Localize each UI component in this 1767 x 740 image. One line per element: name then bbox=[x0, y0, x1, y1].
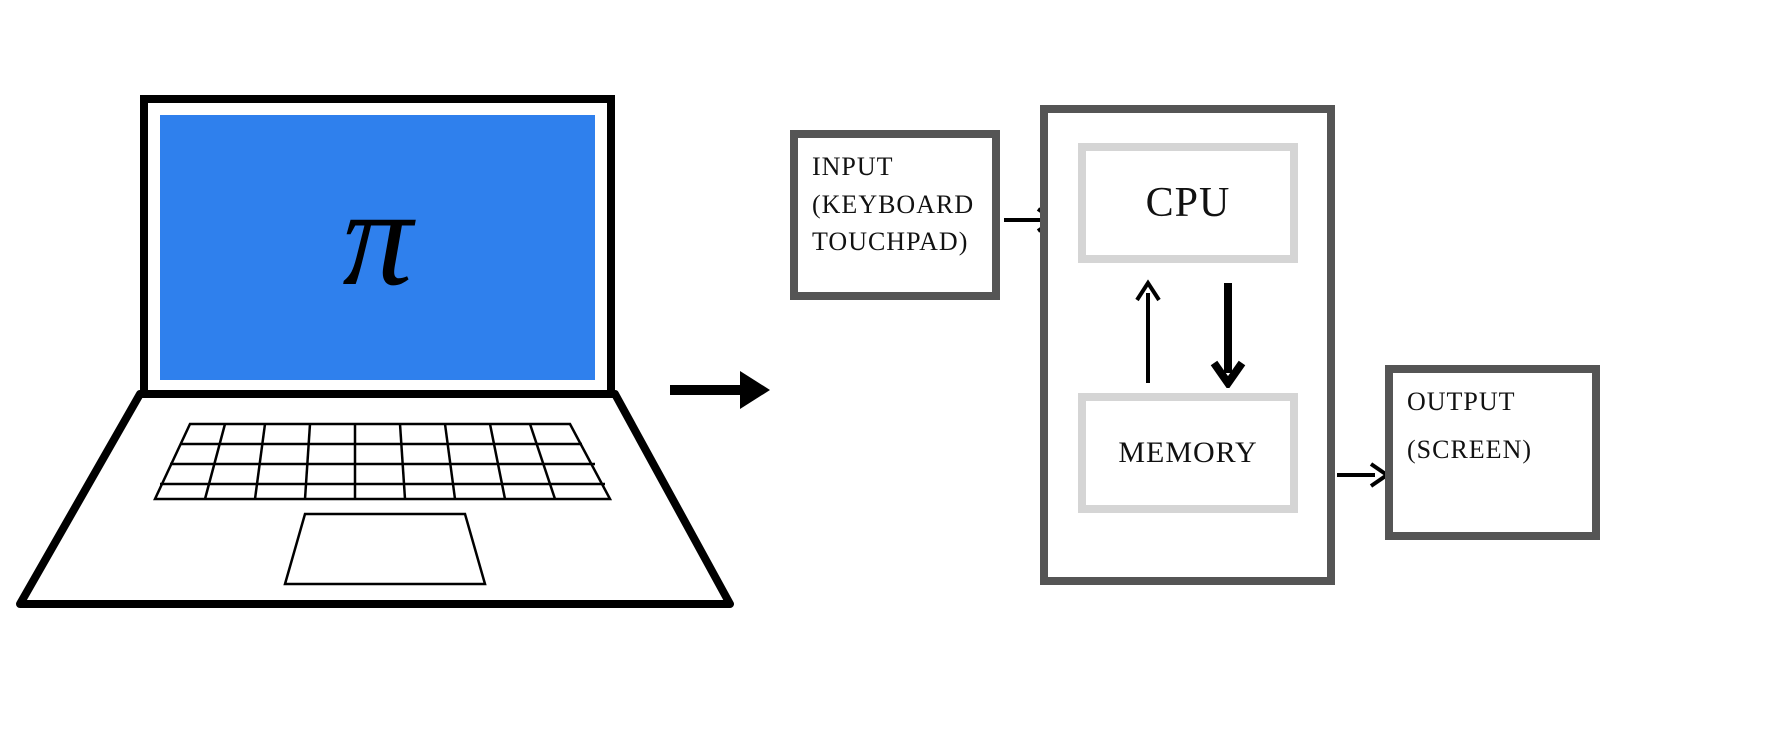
laptop-base-icon bbox=[10, 389, 750, 689]
laptop-screen: π bbox=[160, 115, 595, 380]
input-title: INPUT bbox=[812, 148, 978, 186]
cpu-label: CPU bbox=[1146, 173, 1231, 234]
laptop-screen-frame: π bbox=[140, 95, 615, 400]
pi-symbol-icon: π bbox=[342, 157, 412, 318]
diagram-root: π bbox=[0, 0, 1767, 740]
input-box: INPUT (KEYBOARD TOUCHPAD) bbox=[790, 130, 1000, 300]
laptop-illustration: π bbox=[140, 95, 615, 400]
input-detail-line2: TOUCHPAD) bbox=[812, 223, 978, 261]
arrow-laptop-to-diagram-icon bbox=[665, 365, 775, 415]
memory-box: MEMORY bbox=[1078, 393, 1298, 513]
arrow-memory-to-cpu-icon bbox=[1128, 278, 1168, 388]
output-detail: (SCREEN) bbox=[1407, 431, 1578, 469]
cpu-box: CPU bbox=[1078, 143, 1298, 263]
output-title: OUTPUT bbox=[1407, 383, 1578, 421]
processor-box: CPU MEMORY bbox=[1040, 105, 1335, 585]
memory-label: MEMORY bbox=[1118, 431, 1257, 475]
output-box: OUTPUT (SCREEN) bbox=[1385, 365, 1600, 540]
arrow-cpu-to-memory-icon bbox=[1208, 278, 1248, 388]
input-detail-line1: (KEYBOARD bbox=[812, 186, 978, 224]
arrow-memory-to-output-icon bbox=[1335, 460, 1390, 490]
